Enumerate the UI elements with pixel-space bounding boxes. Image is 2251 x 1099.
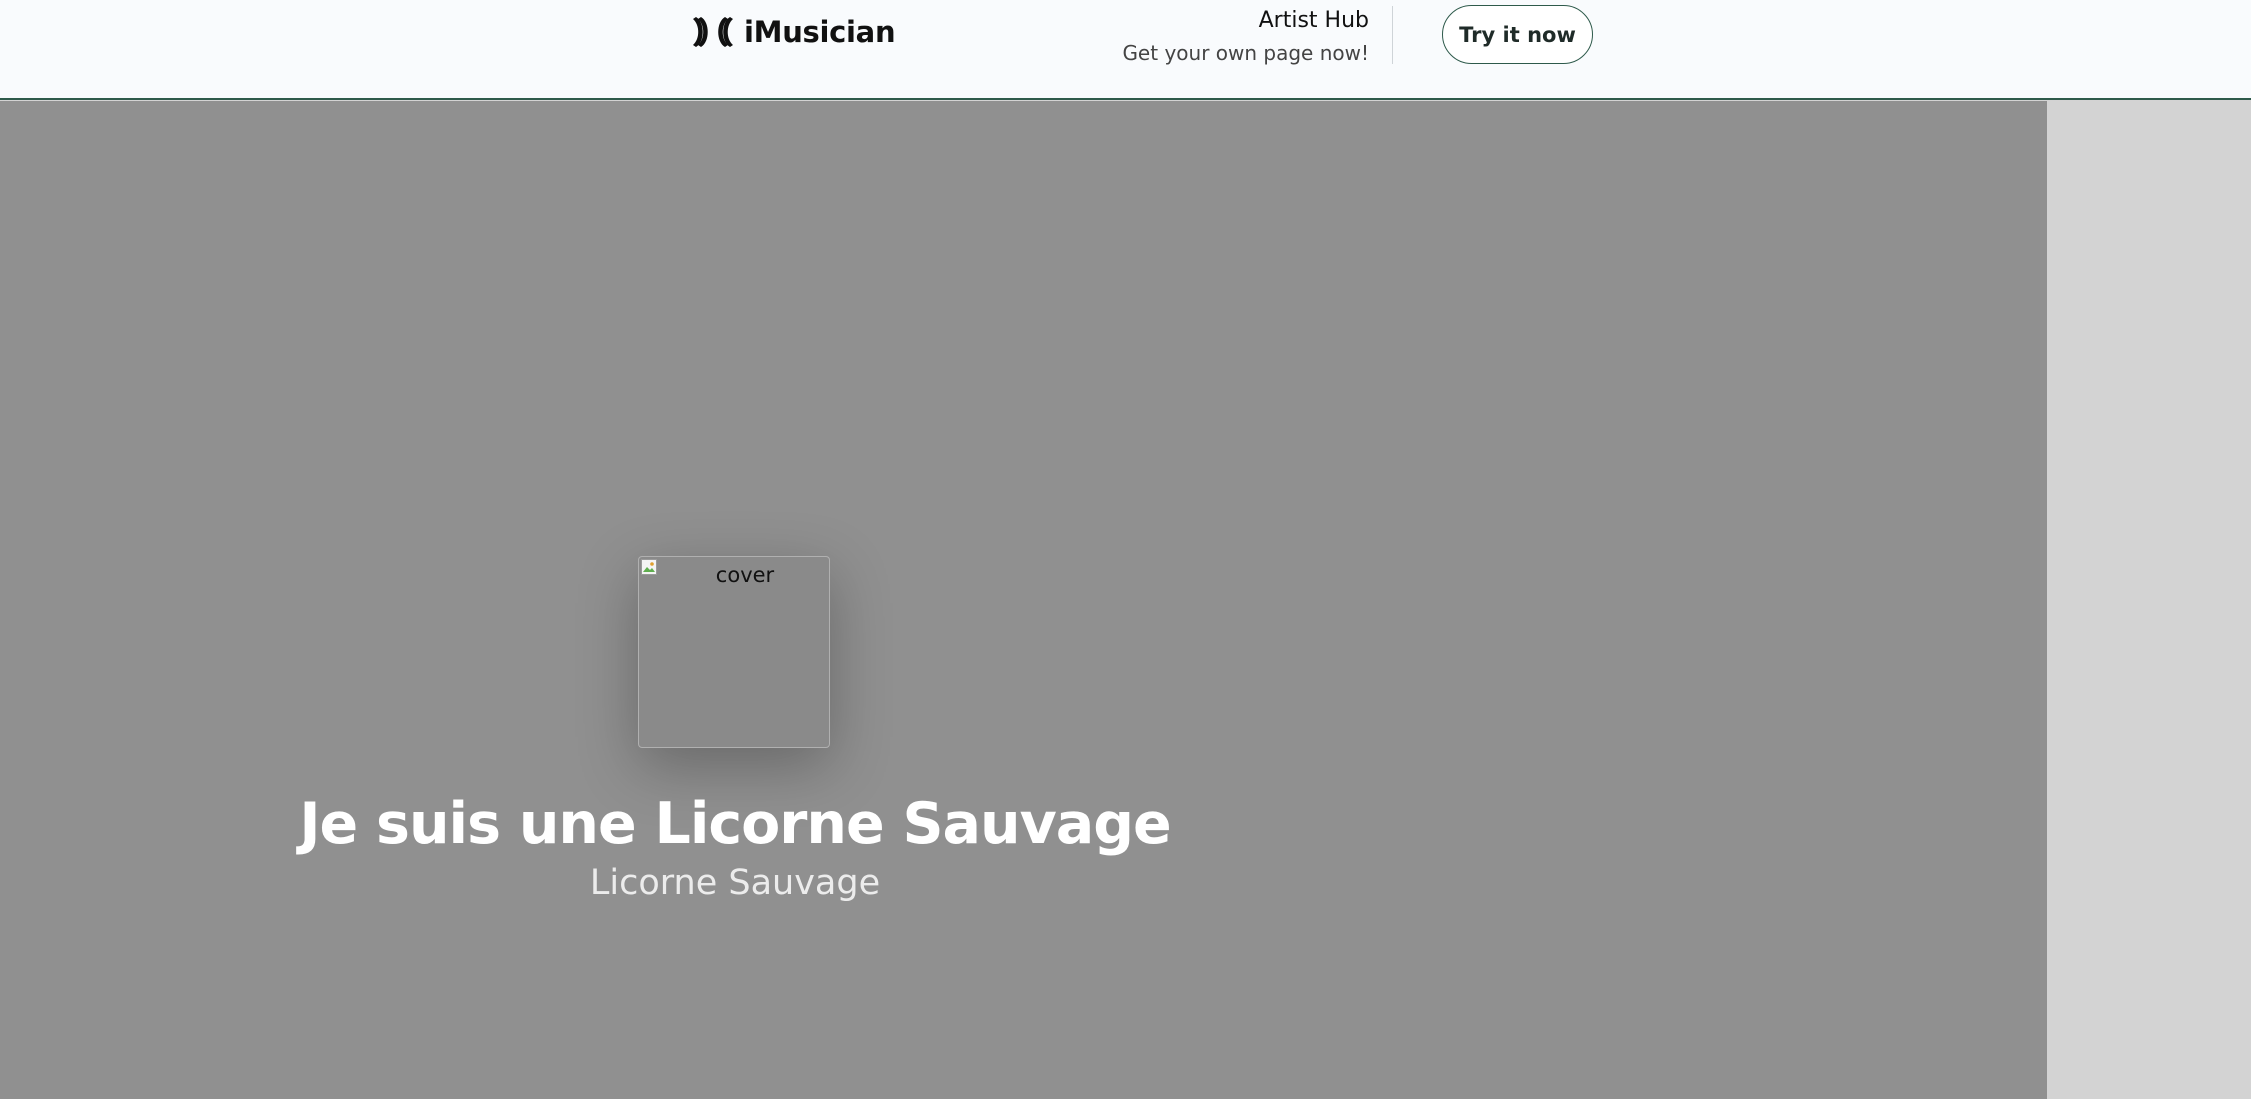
release-hero: cover Je suis une Licorne Sauvage Licorn…	[0, 101, 2047, 1099]
artist-hub-promo: Artist Hub Get your own page now!	[1122, 6, 1369, 68]
right-side-panel	[2047, 101, 2251, 1099]
cover-alt-text: cover	[715, 563, 775, 587]
artist-hub-title: Artist Hub	[1258, 8, 1369, 33]
header-divider	[1392, 6, 1393, 64]
top-header: iMusician Artist Hub Get your own page n…	[0, 0, 2251, 100]
artist-hub-subtitle: Get your own page now!	[1122, 41, 1369, 65]
cover-image: cover	[638, 556, 830, 748]
try-it-now-button[interactable]: Try it now	[1442, 5, 1593, 64]
brand-name: iMusician	[744, 15, 896, 49]
release-title: Je suis une Licorne Sauvage	[299, 791, 1171, 857]
artist-name: Licorne Sauvage	[589, 863, 881, 903]
brand-link[interactable]: iMusician	[692, 14, 896, 50]
imusician-logo-icon	[693, 17, 733, 47]
